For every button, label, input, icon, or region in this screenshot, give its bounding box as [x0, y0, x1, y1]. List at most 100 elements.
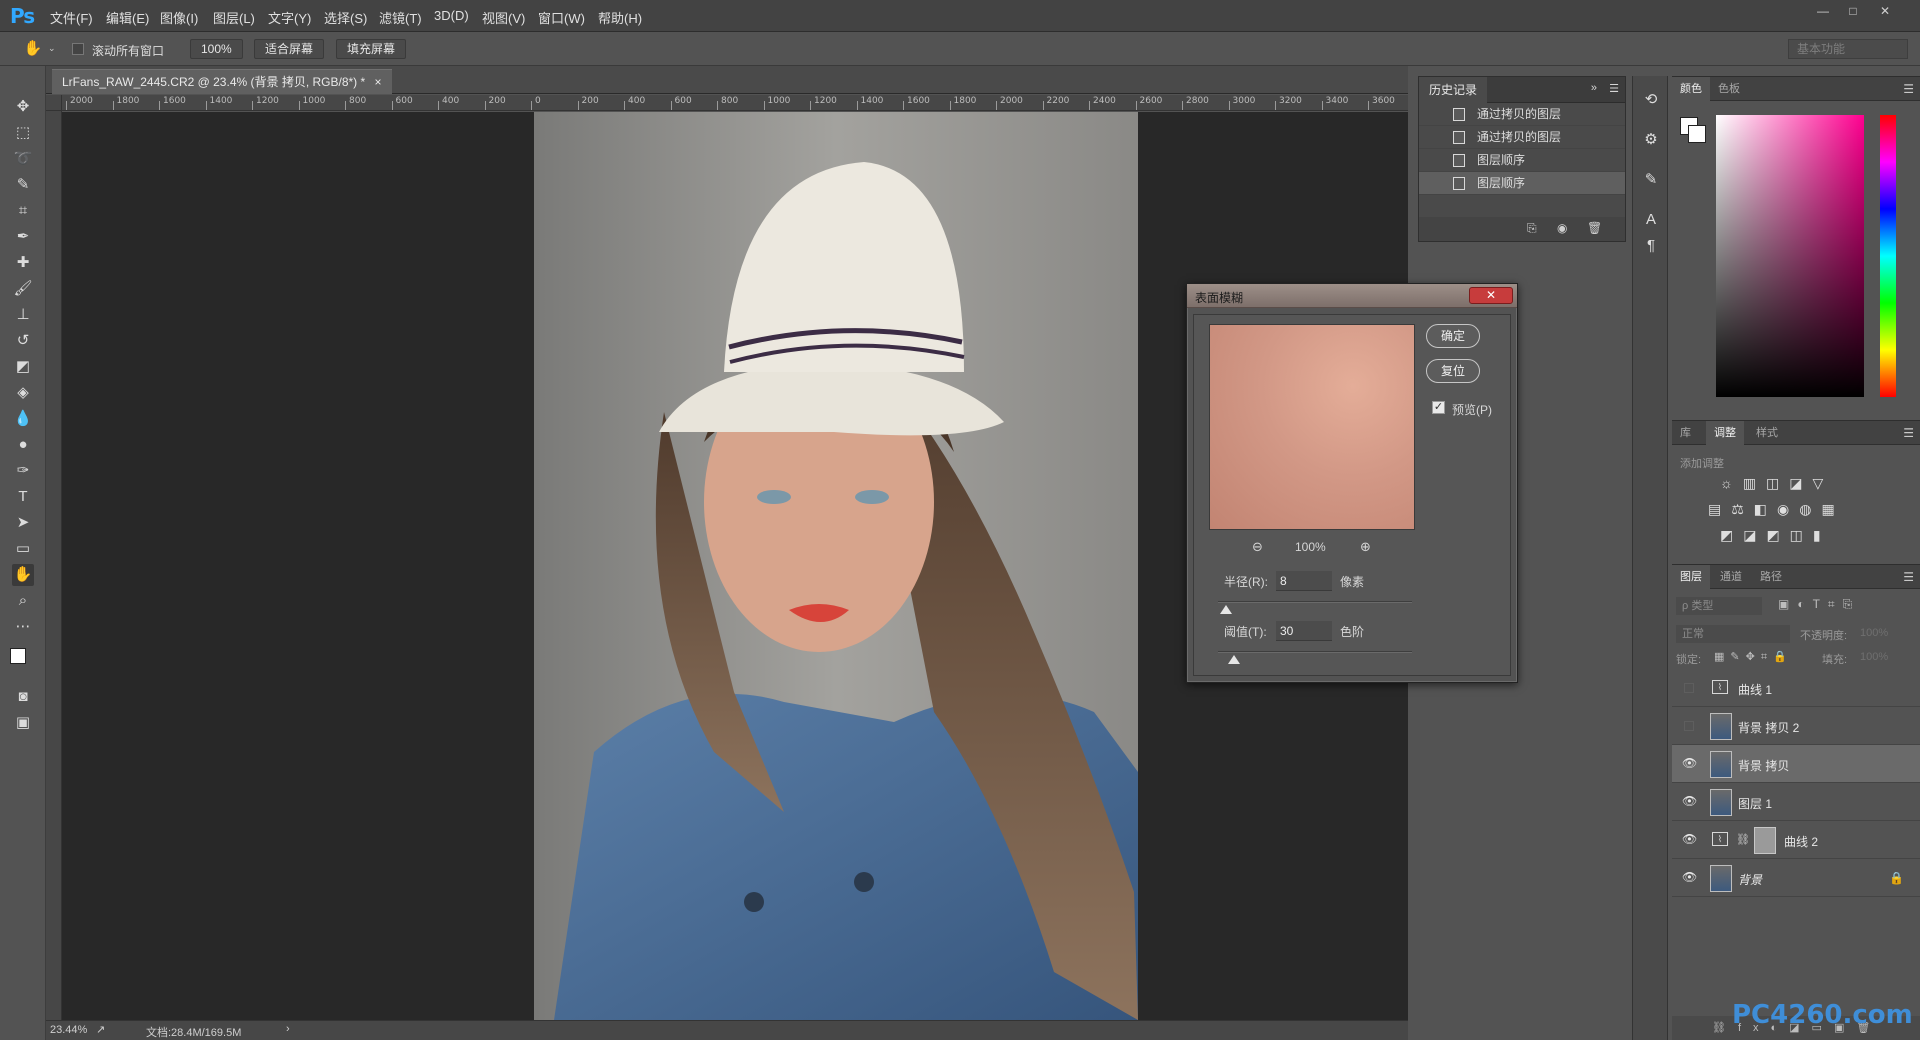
color-spectrum-field[interactable] — [1716, 115, 1864, 397]
blend-mode-select[interactable]: 正常 — [1676, 625, 1790, 643]
close-window-button[interactable]: ✕ — [1872, 4, 1898, 20]
link-chain-icon[interactable]: ⛓ — [1736, 833, 1750, 846]
healing-brush-icon[interactable]: ✚ — [12, 252, 34, 274]
menu-edit[interactable]: 编辑(E) — [106, 8, 149, 27]
panel-collapse-icon[interactable]: » — [1591, 82, 1597, 94]
new-document-from-state-icon[interactable]: ⎘ — [1527, 221, 1537, 236]
menu-filter[interactable]: 滤镜(T) — [379, 8, 422, 27]
eye-icon[interactable]: 👁 — [1682, 871, 1697, 883]
radius-slider-thumb[interactable] — [1220, 605, 1232, 614]
brush-settings-icon[interactable]: ✎ — [1641, 170, 1661, 190]
clone-stamp-icon[interactable]: ⊥ — [12, 304, 34, 326]
threshold-slider[interactable] — [1218, 651, 1412, 653]
adjustment-icons-row1[interactable]: ☼▥◫◪▽ — [1720, 475, 1833, 492]
fill-screen-button[interactable]: 填充屏幕 — [336, 39, 407, 59]
tab-color[interactable]: 颜色 — [1672, 77, 1710, 101]
visibility-toggle[interactable] — [1684, 683, 1694, 693]
tab-adjustments[interactable]: 调整 — [1706, 421, 1744, 445]
color-panel-menu-icon[interactable]: ☰ — [1903, 82, 1914, 96]
history-brush-icon[interactable]: ↺ — [12, 330, 34, 352]
visibility-toggle[interactable] — [1684, 721, 1694, 731]
blur-tool-icon[interactable]: 💧 — [12, 408, 34, 430]
type-tool-icon[interactable]: T — [12, 486, 34, 508]
zoom-out-icon[interactable]: ⊖ — [1252, 539, 1263, 555]
tab-styles[interactable]: 样式 — [1748, 421, 1786, 445]
adjust-panel-menu-icon[interactable]: ☰ — [1903, 426, 1914, 440]
opacity-value[interactable]: 100% — [1860, 627, 1888, 639]
menu-help[interactable]: 帮助(H) — [598, 8, 642, 27]
more-tools-icon[interactable]: ⋯ — [12, 616, 34, 638]
eye-icon[interactable]: 👁 — [1682, 757, 1697, 769]
move-tool-icon[interactable]: ✥ — [12, 96, 34, 118]
export-icon[interactable]: ↗ — [96, 1023, 105, 1036]
lasso-tool-icon[interactable]: ➰ — [12, 148, 34, 170]
pen-tool-icon[interactable]: ✑ — [12, 460, 34, 482]
eye-icon[interactable]: 👁 — [1682, 833, 1697, 845]
document-tab[interactable]: LrFans_RAW_2445.CR2 @ 23.4% (背景 拷贝, RGB/… — [52, 69, 392, 94]
workspace-select[interactable]: 基本功能 — [1788, 39, 1908, 59]
eye-icon[interactable]: 👁 — [1682, 795, 1697, 807]
panel-menu-icon[interactable]: ☰ — [1609, 82, 1619, 95]
fill-value[interactable]: 100% — [1860, 651, 1888, 663]
tab-channels[interactable]: 通道 — [1712, 565, 1750, 589]
zoom-in-icon[interactable]: ⊕ — [1360, 539, 1371, 555]
layer-kind-filter[interactable]: ρ 类型 — [1676, 597, 1762, 615]
character-panel-icon[interactable]: A — [1641, 210, 1661, 230]
foreground-color-swatch[interactable] — [10, 648, 26, 664]
bg-color-chip[interactable] — [1688, 125, 1706, 143]
history-item-selected[interactable]: 图层顺序 — [1419, 172, 1625, 195]
scroll-all-windows-checkbox[interactable] — [72, 43, 84, 55]
dialog-title-bar[interactable]: 表面模糊 ✕ — [1187, 284, 1517, 308]
history-item[interactable]: 图层顺序 — [1419, 149, 1625, 172]
menu-select[interactable]: 选择(S) — [324, 8, 367, 27]
adjustment-icons-row3[interactable]: ◩◪◩◫▮ — [1720, 527, 1831, 544]
menu-layer[interactable]: 图层(L) — [213, 8, 255, 27]
history-item[interactable]: 通过拷贝的图层 — [1419, 103, 1625, 126]
tab-paths[interactable]: 路径 — [1752, 565, 1790, 589]
layer-row-bg-copy[interactable]: 👁 背景 拷贝 — [1672, 745, 1920, 783]
crop-tool-icon[interactable]: ⌗ — [12, 200, 34, 222]
zoom-level[interactable]: 23.44% — [50, 1024, 87, 1036]
adjustment-icons-row2[interactable]: ▤⚖◧◉◍▦ — [1708, 501, 1845, 518]
menu-3d[interactable]: 3D(D) — [434, 8, 469, 23]
path-select-icon[interactable]: ➤ — [12, 512, 34, 534]
history-tab[interactable]: 历史记录 — [1419, 77, 1488, 103]
screen-mode-icon[interactable]: ▣ — [12, 712, 34, 734]
tool-preset-chevron-icon[interactable]: ⌄ — [48, 43, 56, 54]
status-expand-icon[interactable]: › — [286, 1023, 290, 1035]
menu-image[interactable]: 图像(I) — [160, 8, 198, 27]
close-tab-icon[interactable]: × — [375, 75, 382, 89]
hue-slider[interactable] — [1880, 115, 1896, 397]
tab-libraries[interactable]: 库 — [1672, 421, 1699, 445]
history-item[interactable]: 通过拷贝的图层 — [1419, 126, 1625, 149]
fit-screen-button[interactable]: 适合屏幕 — [254, 39, 325, 59]
layer-row-bg-copy-2[interactable]: 背景 拷贝 2 — [1672, 707, 1920, 745]
threshold-slider-thumb[interactable] — [1228, 655, 1240, 664]
rectangle-tool-icon[interactable]: ▭ — [12, 538, 34, 560]
radius-input[interactable]: 8 — [1276, 571, 1332, 591]
hand-tool-active-icon[interactable]: ✋ — [12, 564, 34, 586]
history-panel-icon[interactable]: ⟲ — [1641, 90, 1661, 110]
properties-panel-icon[interactable]: ⚙ — [1641, 130, 1661, 150]
minimize-button[interactable]: — — [1810, 4, 1836, 20]
eraser-tool-icon[interactable]: ◩ — [12, 356, 34, 378]
layer-row-layer-1[interactable]: 👁 图层 1 — [1672, 783, 1920, 821]
eyedropper-tool-icon[interactable]: ✒ — [12, 226, 34, 248]
paragraph-panel-icon[interactable]: ¶ — [1641, 236, 1661, 256]
quick-mask-icon[interactable]: ◙ — [12, 686, 34, 708]
brush-tool-icon[interactable]: 🖌 — [12, 278, 34, 300]
dodge-tool-icon[interactable]: ● — [12, 434, 34, 456]
menu-view[interactable]: 视图(V) — [482, 8, 525, 27]
hand-tool-icon[interactable]: ✋ — [22, 38, 44, 60]
tab-layers[interactable]: 图层 — [1672, 565, 1710, 589]
zoom-100-button[interactable]: 100% — [190, 39, 243, 59]
tab-swatches[interactable]: 色板 — [1710, 77, 1748, 101]
filter-preview[interactable] — [1209, 324, 1415, 530]
maximize-button[interactable]: □ — [1840, 4, 1866, 20]
menu-file[interactable]: 文件(F) — [50, 8, 93, 27]
dialog-close-button[interactable]: ✕ — [1469, 287, 1513, 304]
quick-select-tool-icon[interactable]: ✎ — [12, 174, 34, 196]
layers-panel-menu-icon[interactable]: ☰ — [1903, 570, 1914, 584]
lock-icons[interactable]: ▦✎✥⌗🔒 — [1714, 650, 1793, 664]
preview-checkbox[interactable]: ✓ — [1432, 401, 1445, 414]
